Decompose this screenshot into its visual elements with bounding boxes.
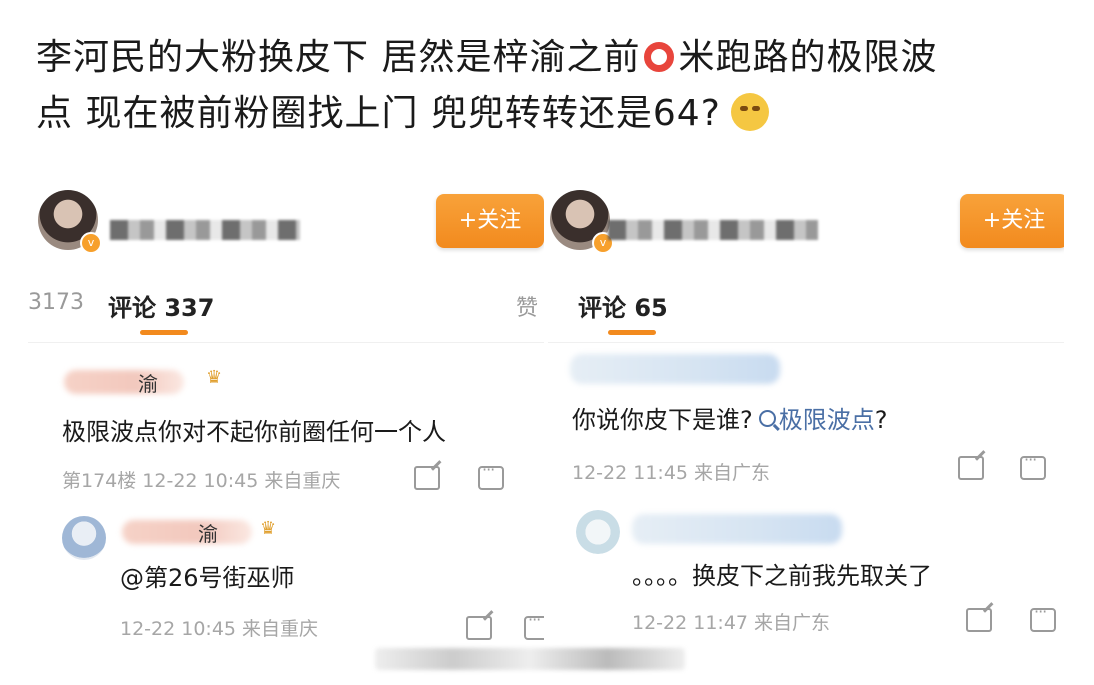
- list-item: 渝 ♛ @第26号街巫师 12-22 10:45 来自重庆: [28, 512, 544, 652]
- right-screenshot: v +关注 评论 65 你说你皮下是谁? 极限波点? 12-22 11:45 来自…: [548, 182, 1064, 672]
- comment-text: 。。。。换皮下之前我先取关了: [632, 562, 932, 590]
- comment-meta: 12-22 11:45 来自广东: [572, 462, 771, 484]
- comment-meta: 12-22 11:47 来自广东: [632, 612, 831, 634]
- caption-line1-b: 米跑路的极限波: [678, 37, 938, 78]
- watermark-blurred: [375, 648, 685, 670]
- search-icon: [758, 410, 776, 427]
- commenter-name-blurred: [122, 520, 252, 544]
- caption-line1-a: 李河民的大粉换皮下 居然是梓渝之前: [36, 37, 641, 78]
- reply-icon[interactable]: [1030, 602, 1056, 632]
- share-icon[interactable]: [966, 608, 992, 632]
- tab-comments[interactable]: 评论 337: [108, 288, 214, 323]
- comment-text-part: 你说你皮下是谁?: [572, 406, 753, 434]
- active-tab-indicator: [608, 330, 656, 335]
- commenter-name-fragment: 渝: [198, 522, 218, 546]
- covering-mouth-emoji-icon: [730, 93, 769, 131]
- avatar[interactable]: [62, 516, 106, 560]
- list-item: 你说你皮下是谁? 极限波点? 12-22 11:45 来自广东: [548, 352, 1064, 484]
- commenter-name-blurred: [570, 354, 780, 384]
- comment-meta: 12-22 10:45 来自重庆: [120, 618, 319, 640]
- comment-tabs: 评论 65: [548, 282, 1064, 343]
- follow-button[interactable]: +关注: [960, 194, 1064, 248]
- avatar[interactable]: [576, 510, 620, 554]
- comment-text: @第26号街巫师: [120, 564, 295, 592]
- list-item: 渝 ♛ 极限波点你对不起你前圈任何一个人 第174楼 12-22 10:45 来…: [28, 362, 544, 492]
- comment-text-part: ?: [874, 406, 888, 434]
- commenter-name-blurred: [632, 514, 842, 544]
- comment-text: 你说你皮下是谁? 极限波点?: [572, 400, 888, 435]
- comment-tabs: 3173 评论 337 赞: [28, 282, 544, 343]
- post-header: v +关注: [548, 182, 1064, 262]
- search-keyword-link[interactable]: 极限波点: [779, 406, 875, 434]
- crown-badge-icon: ♛: [260, 518, 277, 539]
- post-caption: 李河民的大粉换皮下 居然是梓渝之前 米跑路的极限波 点 现在被前粉圈找上门 兜兜转…: [36, 30, 1066, 142]
- active-tab-indicator: [140, 330, 188, 335]
- comment-text: 极限波点你对不起你前圈任何一个人: [62, 418, 446, 446]
- commenter-name-fragment: 渝: [138, 372, 158, 396]
- username-blurred: [110, 220, 300, 240]
- red-circle-icon: [644, 42, 675, 72]
- reply-icon[interactable]: [524, 610, 544, 640]
- post-header: v +关注: [28, 182, 544, 262]
- caption-line2: 点 现在被前粉圈找上门 兜兜转转还是64?: [36, 93, 721, 134]
- tab-likes[interactable]: 赞: [516, 290, 538, 322]
- share-icon[interactable]: [958, 456, 984, 480]
- follow-button[interactable]: +关注: [436, 194, 544, 248]
- verified-badge-icon: v: [80, 232, 102, 254]
- left-screenshot: v +关注 3173 评论 337 赞 渝 ♛ 极限波点你对不起你前圈任何一个人…: [28, 182, 544, 672]
- tab-reposts[interactable]: 3173: [28, 290, 84, 315]
- username-blurred: [608, 220, 818, 240]
- reply-icon[interactable]: [1020, 450, 1046, 480]
- list-item: 。。。。换皮下之前我先取关了 12-22 11:47 来自广东: [548, 504, 1064, 644]
- crown-badge-icon: ♛: [206, 367, 223, 388]
- commenter-name-blurred: [64, 370, 184, 394]
- reply-icon[interactable]: [478, 460, 504, 490]
- share-icon[interactable]: [466, 616, 492, 640]
- share-icon[interactable]: [414, 466, 440, 490]
- tab-comments[interactable]: 评论 65: [578, 288, 668, 323]
- comment-meta: 第174楼 12-22 10:45 来自重庆: [62, 470, 341, 492]
